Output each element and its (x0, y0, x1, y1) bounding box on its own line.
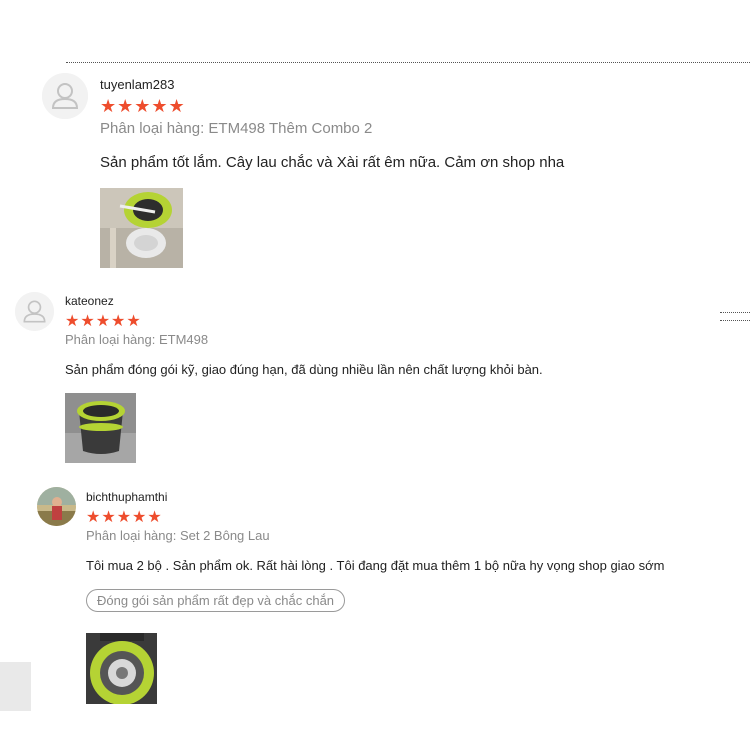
product-variant: Phân loại hàng: Set 2 Bông Lau (86, 528, 270, 543)
side-panel-edge (0, 662, 31, 711)
review-photo-thumbnail[interactable] (86, 633, 157, 704)
side-divider-2 (720, 320, 750, 321)
review-comment: Sản phẩm tốt lắm. Cây lau chắc và Xài rấ… (100, 154, 565, 171)
product-variant: Phân loại hàng: ETM498 (65, 332, 209, 347)
product-variant: Phân loại hàng: ETM498 Thêm Combo 2 (100, 120, 373, 137)
side-divider-1 (720, 312, 750, 313)
review-tag: Đóng gói sản phẩm rất đẹp và chắc chắn (86, 589, 346, 612)
review-username[interactable]: bichthuphamthi (86, 490, 167, 504)
user-avatar-icon[interactable] (42, 73, 88, 119)
review-comment: Tôi mua 2 bộ . Sản phẩm ok. Rất hài lòng… (86, 558, 665, 573)
user-avatar-icon[interactable] (15, 292, 54, 331)
review-photo-thumbnail[interactable] (65, 393, 136, 463)
review-username[interactable]: kateonez (65, 294, 114, 308)
review-comment: Sản phẩm đóng gói kỹ, giao đúng hạn, đã … (65, 362, 543, 377)
rating-stars: ★★★★★ (86, 509, 163, 526)
rating-stars: ★★★★★ (65, 313, 142, 330)
top-divider (66, 62, 750, 63)
user-avatar-icon[interactable] (37, 487, 76, 526)
review-photo-thumbnail[interactable] (100, 188, 183, 268)
review-username[interactable]: tuyenlam283 (100, 77, 174, 92)
rating-stars: ★★★★★ (100, 96, 186, 116)
